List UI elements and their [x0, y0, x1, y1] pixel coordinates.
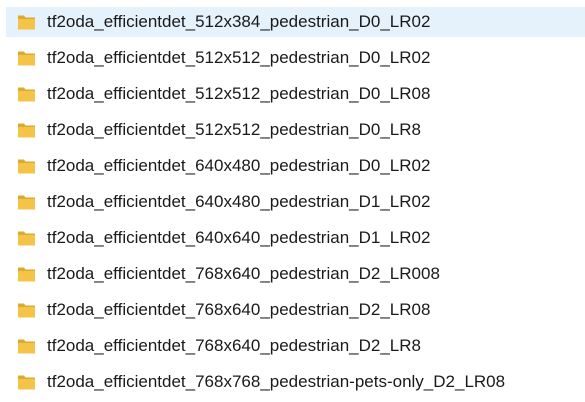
- folder-name: tf2oda_efficientdet_768x768_pedestrian-p…: [47, 372, 506, 391]
- folder-row[interactable]: tf2oda_efficientdet_640x480_pedestrian_D…: [6, 187, 585, 217]
- folder-row[interactable]: tf2oda_efficientdet_768x640_pedestrian_D…: [6, 331, 585, 361]
- folder-row[interactable]: tf2oda_efficientdet_512x384_pedestrian_D…: [6, 7, 585, 37]
- folder-list: tf2oda_efficientdet_512x384_pedestrian_D…: [0, 0, 585, 402]
- folder-icon: [18, 51, 35, 66]
- folder-name: tf2oda_efficientdet_768x640_pedestrian_D…: [47, 300, 431, 319]
- folder-name: tf2oda_efficientdet_512x512_pedestrian_D…: [47, 120, 421, 139]
- folder-name: tf2oda_efficientdet_512x384_pedestrian_D…: [47, 12, 431, 31]
- folder-row[interactable]: tf2oda_efficientdet_768x640_pedestrian_D…: [6, 259, 585, 289]
- folder-row[interactable]: tf2oda_efficientdet_512x512_pedestrian_D…: [6, 115, 585, 145]
- folder-name: tf2oda_efficientdet_512x512_pedestrian_D…: [47, 84, 431, 103]
- folder-icon: [18, 87, 35, 102]
- folder-icon: [18, 195, 35, 210]
- folder-row[interactable]: tf2oda_efficientdet_768x768_pedestrian-p…: [6, 367, 585, 397]
- folder-row[interactable]: tf2oda_efficientdet_768x640_pedestrian_D…: [6, 295, 585, 325]
- folder-name: tf2oda_efficientdet_768x640_pedestrian_D…: [47, 264, 440, 283]
- folder-name: tf2oda_efficientdet_768x640_pedestrian_D…: [47, 336, 421, 355]
- folder-icon: [18, 267, 35, 282]
- folder-icon: [18, 231, 35, 246]
- folder-icon: [18, 375, 35, 390]
- folder-icon: [18, 303, 35, 318]
- folder-row[interactable]: tf2oda_efficientdet_640x640_pedestrian_D…: [6, 223, 585, 253]
- folder-name: tf2oda_efficientdet_512x512_pedestrian_D…: [47, 48, 431, 67]
- folder-row[interactable]: tf2oda_efficientdet_512x512_pedestrian_D…: [6, 79, 585, 109]
- folder-name: tf2oda_efficientdet_640x480_pedestrian_D…: [47, 156, 431, 175]
- folder-icon: [18, 159, 35, 174]
- folder-row[interactable]: tf2oda_efficientdet_640x480_pedestrian_D…: [6, 151, 585, 181]
- folder-icon: [18, 15, 35, 30]
- folder-icon: [18, 123, 35, 138]
- folder-name: tf2oda_efficientdet_640x640_pedestrian_D…: [47, 228, 431, 247]
- folder-row[interactable]: tf2oda_efficientdet_512x512_pedestrian_D…: [6, 43, 585, 73]
- folder-icon: [18, 339, 35, 354]
- folder-name: tf2oda_efficientdet_640x480_pedestrian_D…: [47, 192, 431, 211]
